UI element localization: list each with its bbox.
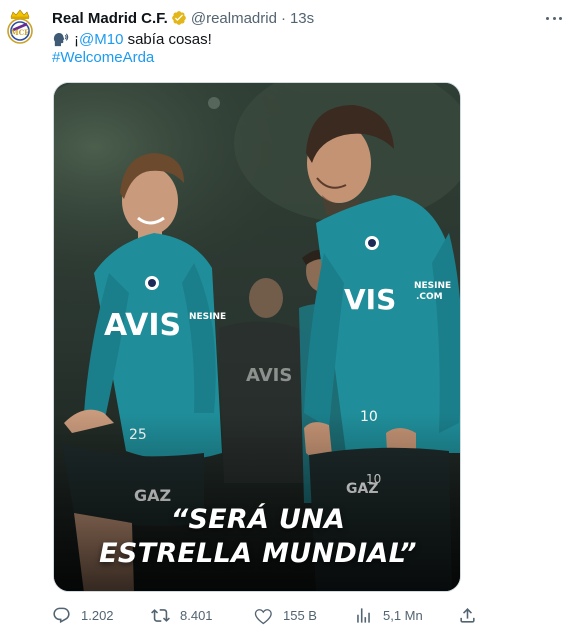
separator-dot: · [280,9,286,27]
repost-count: 8.401 [180,607,213,623]
image-caption-line-2: ESTRELLA MUNDIAL” [99,538,417,569]
tweet-text-rest: sabía cosas! [123,30,212,48]
svg-text:NESINE: NESINE [414,281,451,291]
like-count: 155 B [283,607,317,623]
svg-text:VIS: VIS [344,283,396,316]
action-bar: 1.202 8.401 155 B 5,1 Mn [52,603,482,627]
repost-button[interactable]: 8.401 [151,603,213,627]
view-count: 5,1 Mn [383,607,423,623]
image-caption: “SERÁ UNA ESTRELLA MUNDIAL” [54,503,460,571]
tweet-header: Real Madrid C.F. @realmadrid · 13s [52,8,314,28]
svg-text:NESINE: NESINE [189,312,226,322]
repost-icon [151,608,170,622]
svg-text:MCF: MCF [11,28,29,37]
speaking-head-icon [52,31,69,48]
image-caption-line-1: “SERÁ UNA [170,504,346,535]
author-handle[interactable]: @realmadrid [191,10,277,27]
share-icon [460,607,475,623]
gold-verified-badge-icon[interactable] [171,10,187,26]
share-button[interactable] [458,603,487,627]
reply-button[interactable]: 1.202 [52,603,114,627]
bar-chart-icon [357,607,370,623]
svg-text:.COM: .COM [416,292,443,302]
views-button[interactable]: 5,1 Mn [354,603,423,627]
timestamp[interactable]: 13s [290,10,314,27]
tweet-image[interactable]: AVIS AVIS NESINE 25 [53,82,461,592]
reply-icon [53,607,70,623]
more-horizontal-icon[interactable] [546,10,562,26]
svg-text:AVIS: AVIS [246,365,292,386]
tweet[interactable]: MCF Real Madrid C.F. @realmadrid · 13s ¡… [0,0,563,635]
like-button[interactable]: 155 B [254,603,317,627]
real-madrid-crest-icon[interactable]: MCF [5,8,35,45]
tweet-text: ¡ @M10 sabía cosas! [52,29,212,49]
reply-count: 1.202 [81,607,114,623]
author-name[interactable]: Real Madrid C.F. [52,10,168,27]
heart-icon [254,608,272,624]
hashtag-link[interactable]: #WelcomeArda [52,49,154,69]
svg-text:AVIS: AVIS [104,308,181,343]
mention-link[interactable]: @M10 [79,31,123,48]
